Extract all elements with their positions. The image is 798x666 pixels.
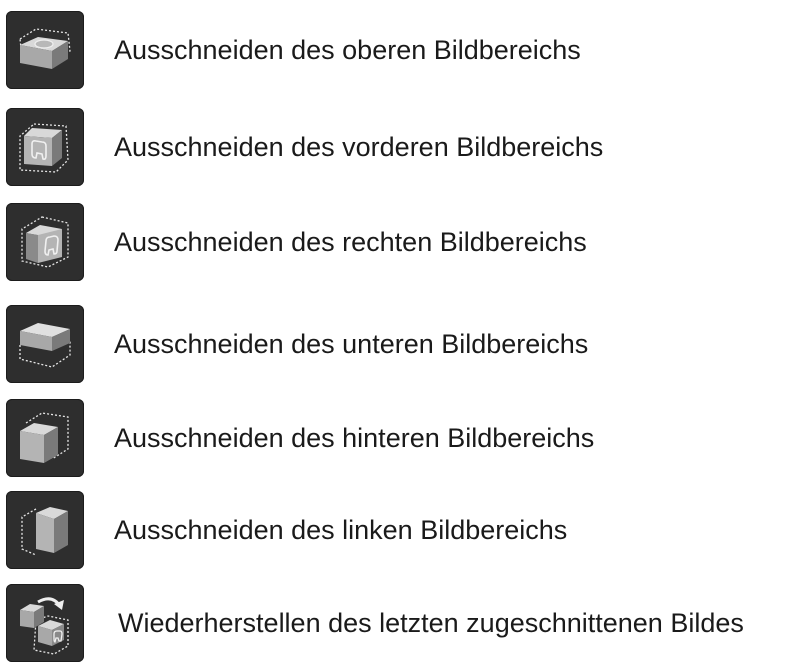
crop-left-row: Ausschneiden des linken Bildbereichs	[0, 487, 798, 573]
crop-back-button[interactable]	[6, 399, 84, 477]
undo-crop-button[interactable]	[6, 584, 84, 662]
crop-right-label: Ausschneiden des rechten Bildbereichs	[114, 227, 587, 257]
crop-bottom-row: Ausschneiden des unteren Bildbereichs	[0, 301, 798, 387]
crop-top-button[interactable]	[6, 11, 84, 89]
crop-left-button[interactable]	[6, 491, 84, 569]
crop-bottom-button[interactable]	[6, 305, 84, 383]
crop-left-icon	[21, 507, 68, 556]
crop-left-label: Ausschneiden des linken Bildbereichs	[114, 515, 568, 545]
crop-front-label: Ausschneiden des vorderen Bildbereichs	[114, 132, 604, 162]
crop-right-row: Ausschneiden des rechten Bildbereichs	[0, 199, 798, 285]
crop-front-icon	[19, 123, 69, 173]
crop-top-label: Ausschneiden des oberen Bildbereichs	[114, 35, 581, 65]
crop-back-row: Ausschneiden des hinteren Bildbereichs	[0, 395, 798, 481]
undo-crop-row: Wiederherstellen des letzten zugeschnitt…	[0, 580, 798, 666]
crop-back-label: Ausschneiden des hinteren Bildbereichs	[114, 423, 595, 453]
crop-bottom-label: Ausschneiden des unteren Bildbereichs	[114, 329, 589, 359]
crop-right-icon	[21, 216, 69, 268]
crop-front-button[interactable]	[6, 108, 84, 186]
crop-front-row: Ausschneiden des vorderen Bildbereichs	[0, 104, 798, 190]
undo-crop-label: Wiederherstellen des letzten zugeschnitt…	[118, 608, 744, 638]
crop-back-icon	[20, 412, 69, 463]
crop-bottom-icon	[19, 323, 71, 368]
crop-top-row: Ausschneiden des oberen Bildbereichs	[0, 7, 798, 93]
crop-top-icon	[19, 28, 71, 69]
crop-right-button[interactable]	[6, 203, 84, 281]
undo-crop-icon	[20, 597, 69, 655]
